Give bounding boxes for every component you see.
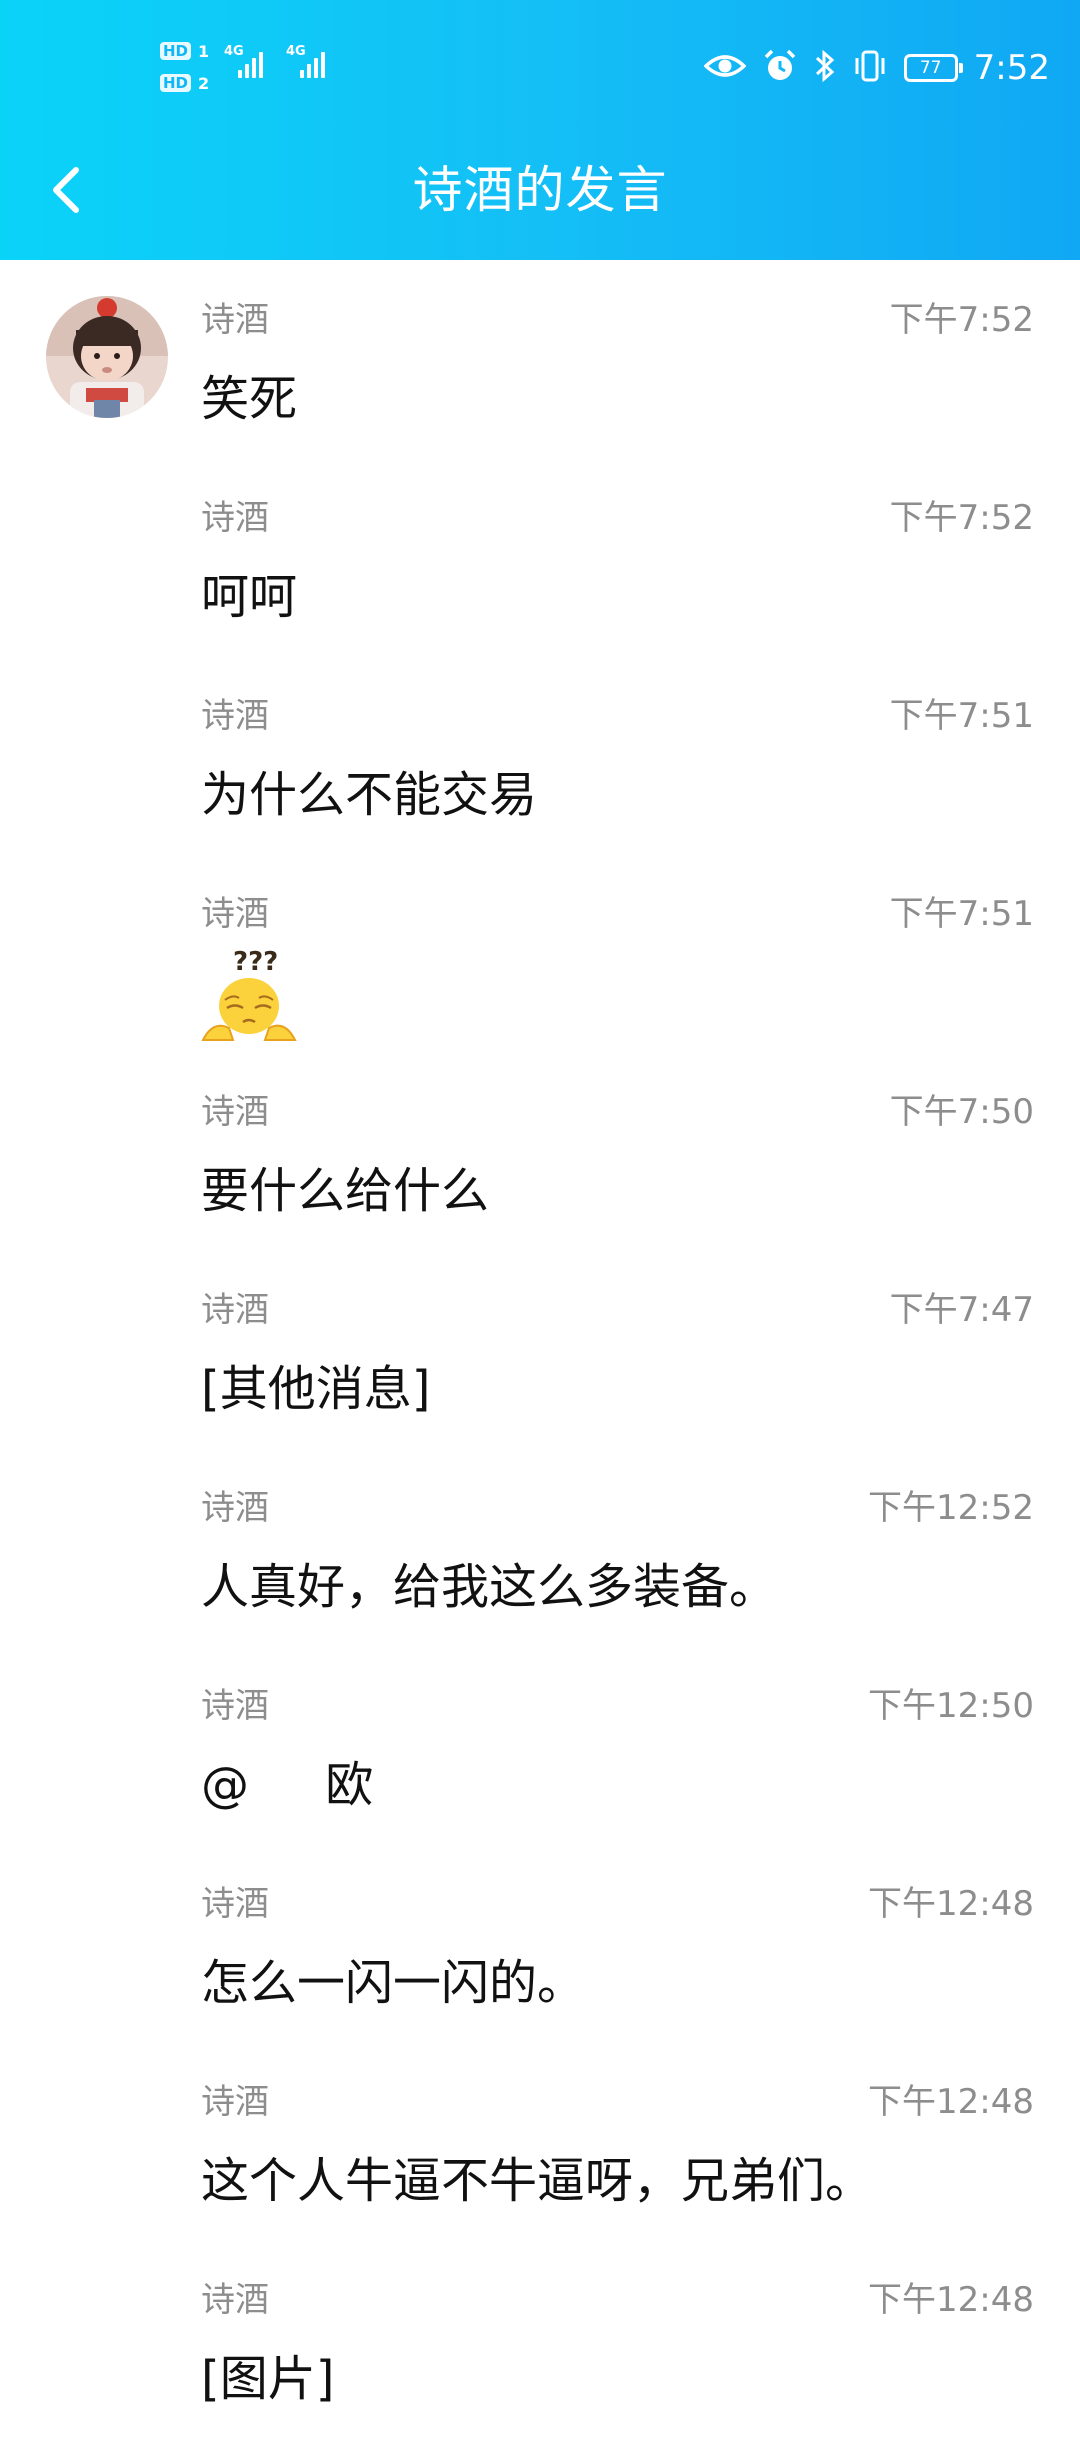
list-item[interactable]: 诗酒 下午7:52 呵呵 bbox=[0, 460, 1080, 658]
status-time: 7:52 bbox=[973, 48, 1050, 88]
vibrate-icon bbox=[852, 49, 888, 87]
confused-emoji-sticker[interactable]: ??? bbox=[199, 947, 299, 1048]
message-list: 诗酒 下午7:52 笑死 诗酒 下午7:52 呵呵 诗酒 下午7:51 为什么不… bbox=[0, 262, 1080, 2440]
message-time: 下午12:52 bbox=[868, 1488, 1034, 1528]
list-item[interactable]: 诗酒 下午7:50 要什么给什么 bbox=[0, 1054, 1080, 1252]
list-item[interactable]: 诗酒 下午12:52 人真好，给我这么多装备。 bbox=[0, 1450, 1080, 1648]
message-text: 怎么一闪一闪的。 bbox=[201, 1955, 586, 2011]
header-bar: HD 1 HD 2 4G 4G 77 7:52 诗酒的发言 bbox=[0, 0, 1080, 260]
sim1-number: 1 bbox=[198, 42, 210, 61]
sender-name: 诗酒 bbox=[201, 498, 269, 538]
message-text: [其他消息] bbox=[201, 1361, 431, 1417]
status-bar: HD 1 HD 2 4G 4G 77 7:52 bbox=[0, 36, 1080, 100]
message-time: 下午12:48 bbox=[868, 1884, 1034, 1924]
list-item[interactable]: 诗酒 下午12:50 @ 欧 bbox=[0, 1648, 1080, 1846]
signal-strength-icon: 4G bbox=[224, 44, 284, 84]
sender-name: 诗酒 bbox=[201, 2082, 269, 2122]
sender-name: 诗酒 bbox=[201, 696, 269, 736]
list-item[interactable]: 诗酒 下午7:52 笑死 bbox=[0, 262, 1080, 460]
alarm-icon bbox=[762, 48, 798, 88]
message-time: 下午12:50 bbox=[868, 1686, 1034, 1726]
sender-name: 诗酒 bbox=[201, 1488, 269, 1528]
chevron-left-icon bbox=[53, 167, 79, 213]
sender-name: 诗酒 bbox=[201, 1686, 269, 1726]
sender-name: 诗酒 bbox=[201, 2280, 269, 2320]
list-item[interactable]: 诗酒 下午7:47 [其他消息] bbox=[0, 1252, 1080, 1450]
sender-name: 诗酒 bbox=[201, 1884, 269, 1924]
list-item[interactable]: 诗酒 下午12:48 [图片] bbox=[0, 2242, 1080, 2440]
message-time: 下午7:52 bbox=[889, 498, 1034, 538]
sender-name: 诗酒 bbox=[201, 1092, 269, 1132]
message-text: @ 欧 bbox=[201, 1757, 374, 1813]
message-time: 下午7:51 bbox=[889, 894, 1034, 934]
signal-strength-icon: 4G bbox=[286, 44, 346, 84]
sender-name: 诗酒 bbox=[201, 1290, 269, 1330]
message-text: 呵呵 bbox=[201, 569, 298, 625]
sender-name: 诗酒 bbox=[201, 894, 269, 934]
sender-name: 诗酒 bbox=[201, 300, 269, 340]
status-right-group: 77 7:52 bbox=[703, 36, 1050, 100]
list-item[interactable]: 诗酒 下午12:48 怎么一闪一闪的。 bbox=[0, 1846, 1080, 2044]
message-time: 下午12:48 bbox=[868, 2280, 1034, 2320]
message-time: 下午7:47 bbox=[889, 1290, 1034, 1330]
message-time: 下午7:52 bbox=[889, 300, 1034, 340]
sim-indicators: HD 1 HD 2 4G 4G bbox=[160, 38, 350, 98]
message-text: 要什么给什么 bbox=[201, 1163, 490, 1219]
battery-indicator: 77 bbox=[903, 54, 963, 82]
sim2-number: 2 bbox=[198, 74, 210, 93]
back-button[interactable] bbox=[38, 158, 98, 222]
bluetooth-icon bbox=[814, 48, 836, 88]
message-time: 下午7:51 bbox=[889, 696, 1034, 736]
nav-row: 诗酒的发言 bbox=[0, 140, 1080, 240]
message-time: 下午12:48 bbox=[868, 2082, 1034, 2122]
avatar[interactable] bbox=[46, 296, 168, 418]
message-text: 人真好，给我这么多装备。 bbox=[201, 1559, 778, 1615]
list-item[interactable]: 诗酒 下午7:51 ??? bbox=[0, 856, 1080, 1054]
hd-badge-2: HD bbox=[160, 74, 192, 92]
svg-text:???: ??? bbox=[233, 948, 278, 977]
message-text: 这个人牛逼不牛逼呀，兄弟们。 bbox=[201, 2153, 874, 2209]
eye-icon bbox=[703, 51, 747, 85]
hd-badge-1: HD bbox=[160, 42, 192, 60]
message-time: 下午7:50 bbox=[889, 1092, 1034, 1132]
list-item[interactable]: 诗酒 下午12:48 这个人牛逼不牛逼呀，兄弟们。 bbox=[0, 2044, 1080, 2242]
list-item[interactable]: 诗酒 下午7:51 为什么不能交易 bbox=[0, 658, 1080, 856]
message-text: [图片] bbox=[201, 2351, 335, 2407]
page-title: 诗酒的发言 bbox=[412, 161, 668, 219]
message-text: 笑死 bbox=[201, 371, 298, 427]
message-text: 为什么不能交易 bbox=[201, 767, 538, 823]
